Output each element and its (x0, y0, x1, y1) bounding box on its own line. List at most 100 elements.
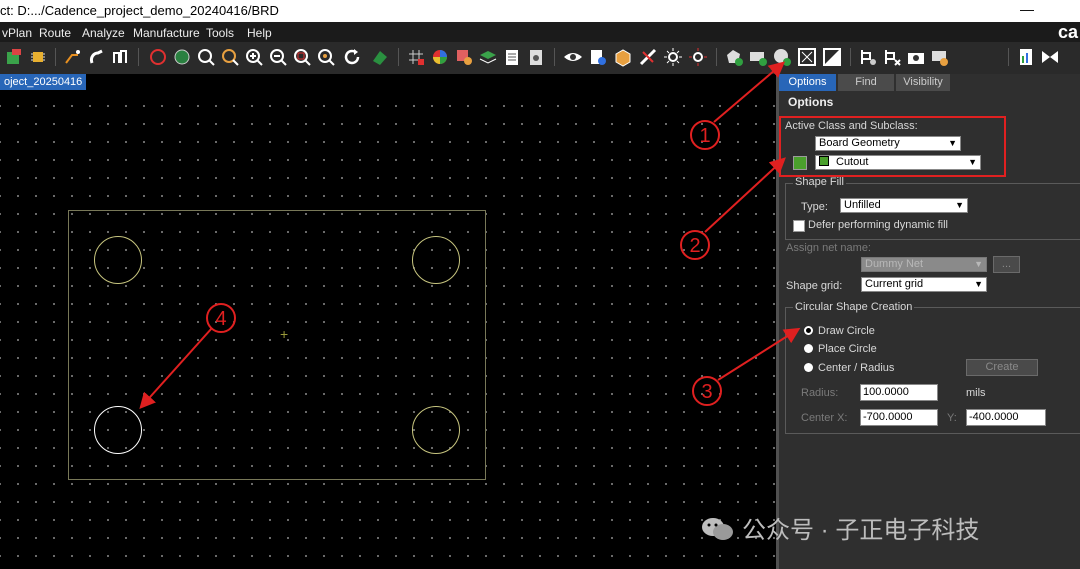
net-name-dropdown[interactable]: Dummy Net ▼ (861, 257, 987, 272)
place-circle-radio[interactable] (804, 344, 813, 353)
callout-4: 4 (206, 303, 236, 333)
menu-vplan[interactable]: vPlan (2, 26, 32, 40)
panel-title: Options (788, 95, 834, 109)
circle-cutout[interactable] (94, 236, 142, 284)
route-icon[interactable] (62, 47, 82, 67)
document-tabstrip: oject_20250416 (0, 74, 776, 92)
menu-bar: vPlan Route Analyze Manufacture Tools He… (0, 22, 1080, 42)
active-class-highlight (779, 116, 1006, 177)
mirror-icon[interactable] (882, 47, 902, 67)
menu-analyze[interactable]: Analyze (82, 26, 125, 40)
fill-type-value: Unfilled (844, 199, 881, 211)
browse-net-button[interactable]: ... (993, 256, 1020, 273)
design-canvas[interactable]: + (0, 92, 776, 569)
menu-route[interactable]: Route (39, 26, 71, 40)
drc-icon[interactable] (148, 47, 168, 67)
center-x-input[interactable]: -700.0000 (860, 409, 938, 426)
camera-icon[interactable] (906, 47, 926, 67)
3d-icon[interactable] (613, 47, 633, 67)
add-rect-icon[interactable] (748, 47, 768, 67)
merge-icon[interactable] (822, 47, 842, 67)
menu-tools[interactable]: Tools (206, 26, 234, 40)
place-icon[interactable] (858, 47, 878, 67)
zoom-world-icon[interactable] (172, 47, 192, 67)
board-outline[interactable] (68, 210, 486, 480)
callout-2: 2 (680, 230, 710, 260)
fill-type-dropdown[interactable]: Unfilled ▼ (840, 198, 968, 213)
draw-circle-radio[interactable] (804, 326, 813, 335)
measure-icon[interactable] (638, 47, 658, 67)
chip-icon[interactable] (28, 47, 48, 67)
radius-unit: mils (966, 387, 986, 399)
callout-1: 1 (690, 120, 720, 150)
report-icon[interactable] (930, 47, 950, 67)
center-y-input[interactable]: -400.0000 (966, 409, 1046, 426)
view-icon[interactable] (563, 47, 583, 67)
circular-shape-legend: Circular Shape Creation (793, 301, 915, 313)
center-y-label: Y: (947, 412, 957, 424)
fanout-icon[interactable] (110, 47, 130, 67)
swap-icon[interactable] (1040, 47, 1060, 67)
dropdown-arrow-icon: ▼ (974, 279, 983, 289)
document-tab[interactable]: oject_20250416 (0, 74, 87, 90)
window-title: ct: D:.../Cadence_project_demo_20240416/… (0, 3, 279, 18)
zoom-fit-icon[interactable] (196, 47, 216, 67)
create-button[interactable]: Create (966, 359, 1038, 376)
shape-fill-legend: Shape Fill (793, 176, 846, 188)
zoom-center-icon[interactable] (316, 47, 336, 67)
watermark: 公众号 · 子正电子科技 (700, 510, 979, 545)
circle-cutout-active[interactable] (94, 406, 142, 454)
origin-marker: + (280, 326, 289, 342)
light-icon[interactable] (663, 47, 683, 67)
stack-icon[interactable] (478, 47, 498, 67)
tab-find[interactable]: Find (838, 74, 894, 91)
dropdown-arrow-icon: ▼ (974, 259, 983, 269)
net-name-value: Dummy Net (865, 258, 924, 270)
report2-icon[interactable] (1016, 47, 1036, 67)
fill-type-label: Type: (801, 201, 828, 213)
sheet-icon[interactable] (502, 47, 522, 67)
radius-input[interactable]: 100.0000 (860, 384, 938, 401)
defer-fill-checkbox[interactable] (793, 220, 805, 232)
hand-route-icon[interactable] (86, 47, 106, 67)
minimize-button[interactable]: — (1020, 1, 1034, 17)
defer-fill-label: Defer performing dynamic fill (808, 219, 948, 231)
toolbar (0, 42, 1080, 75)
menu-help[interactable]: Help (247, 26, 272, 40)
shape-grid-dropdown[interactable]: Current grid ▼ (861, 277, 987, 292)
circle-cutout[interactable] (412, 236, 460, 284)
circle-cutout[interactable] (412, 406, 460, 454)
info-icon[interactable] (588, 47, 608, 67)
tab-visibility[interactable]: Visibility (896, 74, 950, 91)
component-icon[interactable] (4, 47, 24, 67)
draw-circle-label: Draw Circle (818, 325, 875, 337)
center-radius-label: Center / Radius (818, 362, 895, 374)
redraw-icon[interactable] (342, 47, 362, 67)
grid-icon[interactable] (406, 47, 426, 67)
dropdown-arrow-icon: ▼ (955, 200, 964, 210)
add-polygon-icon[interactable] (724, 47, 744, 67)
zoom-window-icon[interactable] (292, 47, 312, 67)
title-bar: ct: D:.../Cadence_project_demo_20240416/… (0, 0, 1080, 22)
center-radius-radio[interactable] (804, 363, 813, 372)
wechat-logo-icon (702, 518, 733, 540)
highlight-icon[interactable] (688, 47, 708, 67)
place-circle-label: Place Circle (818, 343, 877, 355)
callout-3: 3 (692, 376, 722, 406)
watermark-text: 公众号 · 子正电子科技 (742, 517, 980, 544)
shape-grid-label: Shape grid: (786, 280, 843, 292)
tab-options[interactable]: Options (779, 74, 836, 91)
shape-grid-value: Current grid (865, 278, 924, 290)
zoom-prev-icon[interactable] (220, 47, 240, 67)
center-x-label: Center X: (801, 412, 848, 424)
shadow-icon[interactable] (454, 47, 474, 67)
select-shape-icon[interactable] (797, 47, 817, 67)
layer-icon[interactable] (370, 47, 390, 67)
zoom-out-icon[interactable] (268, 47, 288, 67)
zoom-in-icon[interactable] (244, 47, 264, 67)
add-circle-icon[interactable] (772, 47, 792, 67)
color-icon[interactable] (430, 47, 450, 67)
radius-label: Radius: (801, 387, 839, 399)
settings-icon[interactable] (526, 47, 546, 67)
menu-manufacture[interactable]: Manufacture (133, 26, 200, 40)
